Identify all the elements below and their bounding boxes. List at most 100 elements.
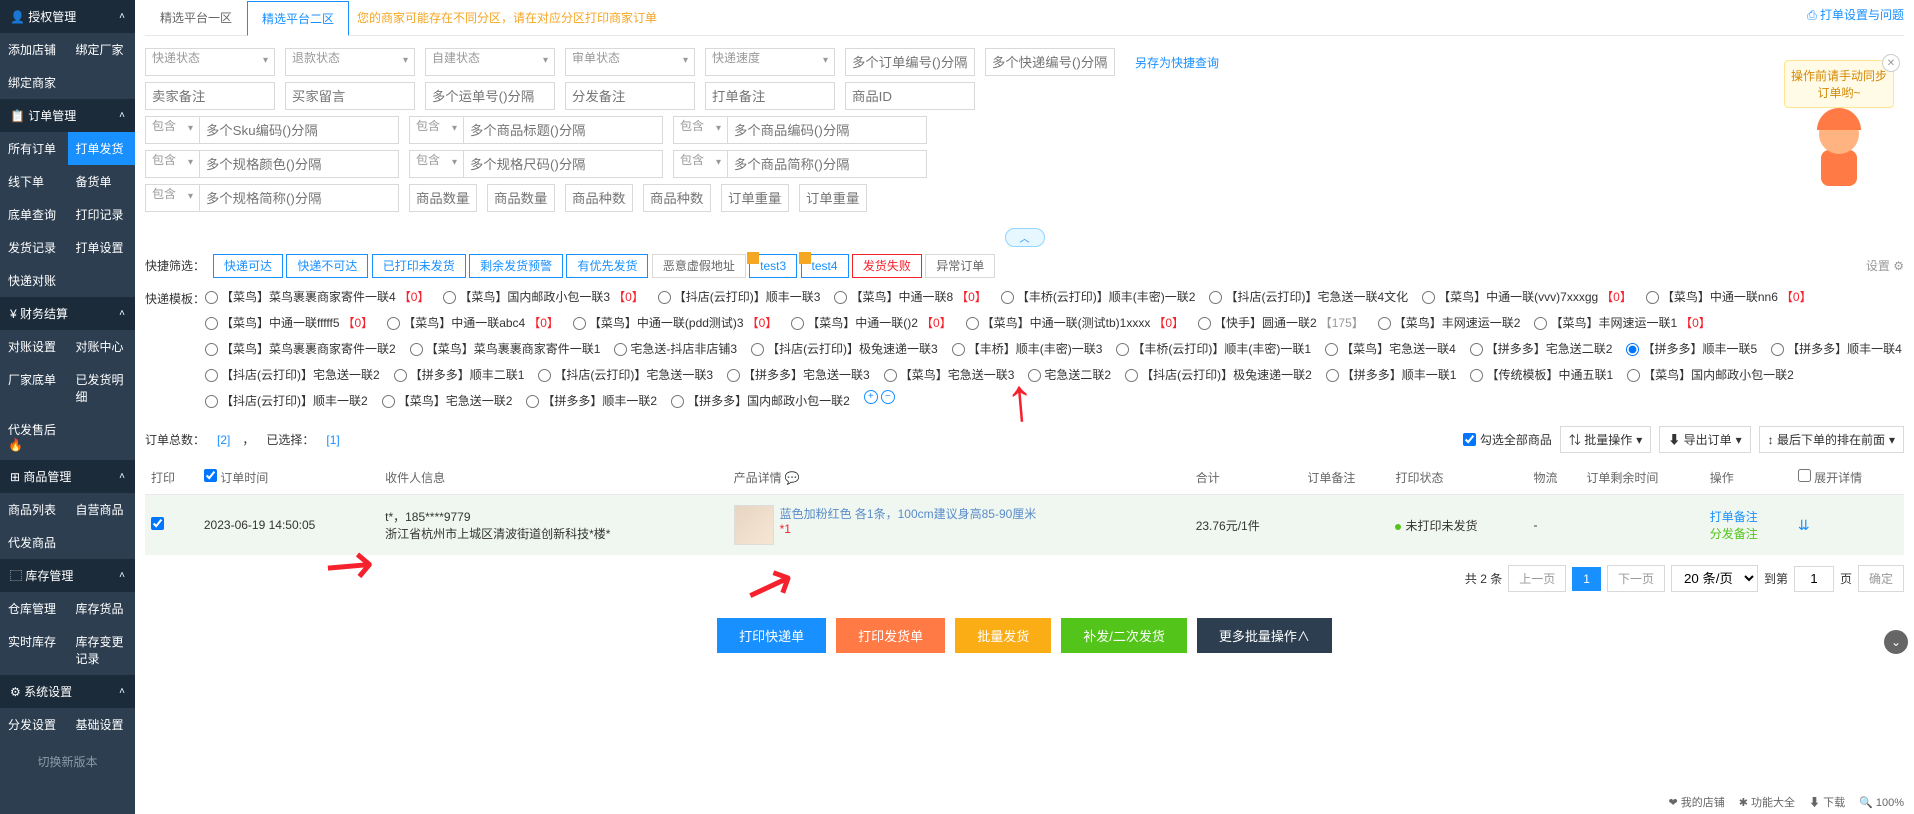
- filter-input[interactable]: [145, 82, 275, 110]
- tpl-radio[interactable]: 【菜鸟】中通一联()2【0】: [791, 312, 951, 334]
- tpl-radio[interactable]: 【拼多多】顺丰一联1: [1326, 364, 1457, 386]
- tpl-radio[interactable]: 【菜鸟】宅急送一联4: [1325, 338, 1456, 360]
- tpl-radio[interactable]: 【抖店(云打印)】极兔速递一联2: [1125, 364, 1312, 386]
- more-batch-btn[interactable]: 更多批量操作∧: [1197, 618, 1332, 653]
- filter-select[interactable]: 快递状态: [145, 48, 275, 76]
- filter-input[interactable]: [705, 82, 835, 110]
- tpl-radio[interactable]: 【丰桥(云打印)】顺丰(丰密)一联2: [1001, 286, 1196, 308]
- tpl-radio[interactable]: 【菜鸟】中通一联nn6【0】: [1646, 286, 1812, 308]
- op-print-note[interactable]: 打单备注: [1710, 508, 1786, 525]
- tpl-radio[interactable]: 【快手】圆通一联2【175】: [1198, 312, 1364, 334]
- filter-input[interactable]: [565, 184, 633, 212]
- check-all-products[interactable]: 勾选全部商品: [1463, 431, 1552, 448]
- contain-select[interactable]: 包含: [409, 116, 463, 144]
- tpl-remove[interactable]: −: [881, 390, 895, 404]
- quick-filter-btn[interactable]: 发货失败: [852, 254, 922, 278]
- filter-input[interactable]: [721, 184, 789, 212]
- filter-input[interactable]: [845, 48, 975, 76]
- sidebar-item[interactable]: 库存变更记录: [68, 625, 136, 675]
- sidebar-group[interactable]: ⬚ 库存管理˄: [0, 559, 135, 592]
- sidebar-item[interactable]: 底单查询: [0, 198, 68, 231]
- sidebar-item[interactable]: 仓库管理: [0, 592, 68, 625]
- tpl-radio[interactable]: 【抖店(云打印)】顺丰一联3: [658, 286, 821, 308]
- sidebar-item[interactable]: 基础设置: [68, 708, 136, 741]
- tpl-radio[interactable]: 【抖店(云打印)】宅急送一联3: [538, 364, 713, 386]
- quick-filter-btn[interactable]: 异常订单: [925, 254, 995, 278]
- collapse-toggle[interactable]: ︿: [1005, 228, 1045, 247]
- filter-select[interactable]: 退款状态: [285, 48, 415, 76]
- quick-filter-btn[interactable]: 快递不可达: [286, 254, 368, 278]
- sidebar-item[interactable]: 绑定商家: [0, 66, 68, 99]
- export-dropdown[interactable]: ⬇ 导出订单 ▾: [1659, 426, 1750, 453]
- tpl-radio[interactable]: 【菜鸟】菜鸟裹裹商家寄件一联1: [410, 338, 601, 360]
- filter-input[interactable]: [799, 184, 867, 212]
- filter-input[interactable]: [199, 184, 399, 212]
- filter-input[interactable]: [409, 184, 477, 212]
- tpl-radio[interactable]: 【菜鸟】菜鸟裹裹商家寄件一联2: [205, 338, 396, 360]
- status-shop[interactable]: ❤ 我的店铺: [1668, 794, 1724, 810]
- filter-select[interactable]: 自建状态: [425, 48, 555, 76]
- filter-input[interactable]: [199, 116, 399, 144]
- sidebar-item[interactable]: 快递对账: [0, 264, 68, 297]
- tpl-radio[interactable]: 【菜鸟】菜鸟裹裹商家寄件一联4【0】: [205, 286, 429, 308]
- tpl-radio[interactable]: 【菜鸟】丰网速运一联1【0】: [1534, 312, 1710, 334]
- filter-input[interactable]: [199, 150, 399, 178]
- filter-input[interactable]: [487, 184, 555, 212]
- tpl-radio[interactable]: 【拼多多】顺丰二联1: [394, 364, 525, 386]
- tpl-radio[interactable]: 宅急送二联2: [1028, 364, 1111, 386]
- sidebar-item[interactable]: 库存货品: [68, 592, 136, 625]
- th-expand[interactable]: 展开详情: [1792, 461, 1904, 495]
- sidebar-item[interactable]: 已发货明细: [68, 363, 136, 413]
- sidebar-group[interactable]: ⊞ 商品管理˄: [0, 460, 135, 493]
- tpl-radio[interactable]: 【菜鸟】国内邮政小包一联3【0】: [443, 286, 643, 308]
- tab-platform-2[interactable]: 精选平台二区: [247, 1, 349, 36]
- sidebar-item[interactable]: 所有订单: [0, 132, 68, 165]
- quick-filter-btn[interactable]: 剩余发货预警: [469, 254, 563, 278]
- tpl-radio[interactable]: 【抖店(云打印)】宅急送一联4文化: [1209, 286, 1408, 308]
- op-dispatch-note[interactable]: 分发备注: [1710, 525, 1786, 542]
- tpl-add[interactable]: +: [864, 390, 878, 404]
- status-download[interactable]: ⬇ 下载: [1809, 794, 1845, 810]
- tpl-radio[interactable]: 【拼多多】宅急送一联3: [727, 364, 870, 386]
- expand-icon[interactable]: ⇊: [1798, 517, 1810, 533]
- quick-filter-btn[interactable]: test4: [801, 254, 849, 278]
- tpl-radio[interactable]: 【拼多多】宅急送二联2: [1470, 338, 1613, 360]
- contain-select[interactable]: 包含: [145, 116, 199, 144]
- tpl-radio[interactable]: 【拼多多】国内邮政小包一联2: [671, 390, 850, 412]
- sidebar-item[interactable]: 代发商品: [0, 526, 68, 559]
- quick-filter-btn[interactable]: 已打印未发货: [372, 254, 466, 278]
- tpl-radio[interactable]: 【菜鸟】中通一联abc4【0】: [387, 312, 559, 334]
- filter-input[interactable]: [425, 82, 555, 110]
- scroll-down-btn[interactable]: ⌄: [1884, 630, 1908, 654]
- tip-close[interactable]: ✕: [1882, 54, 1900, 72]
- sidebar-item[interactable]: 自营商品: [68, 493, 136, 526]
- status-zoom[interactable]: 🔍 100%: [1859, 796, 1904, 809]
- sidebar-item[interactable]: 打印记录: [68, 198, 136, 231]
- sidebar-item[interactable]: 对账设置: [0, 330, 68, 363]
- sidebar-item[interactable]: 实时库存: [0, 625, 68, 675]
- tpl-radio[interactable]: 【丰桥(云打印)】顺丰(丰密)一联1: [1116, 338, 1311, 360]
- resend-btn[interactable]: 补发/二次发货: [1061, 618, 1187, 653]
- quick-filter-btn[interactable]: test3: [749, 254, 797, 278]
- page-size[interactable]: 20 条/页: [1671, 565, 1758, 592]
- tpl-radio[interactable]: 【拼多多】顺丰一联4: [1771, 338, 1902, 360]
- filter-input[interactable]: [463, 150, 663, 178]
- filter-select[interactable]: 快递速度: [705, 48, 835, 76]
- contain-select[interactable]: 包含: [145, 150, 199, 178]
- tpl-radio[interactable]: 【菜鸟】丰网速运一联2: [1378, 312, 1521, 334]
- sidebar-item[interactable]: 代发售后 🔥: [0, 413, 68, 460]
- page-go[interactable]: 确定: [1858, 565, 1904, 592]
- tpl-radio[interactable]: 【传统模板】中通五联1: [1470, 364, 1613, 386]
- row-checkbox[interactable]: [151, 517, 164, 530]
- filter-input[interactable]: [285, 82, 415, 110]
- contain-select[interactable]: 包含: [409, 150, 463, 178]
- quick-filter-btn[interactable]: 恶意虚假地址: [652, 254, 746, 278]
- switch-version[interactable]: 切换新版本: [0, 741, 135, 782]
- sidebar-group[interactable]: ¥ 财务结算˄: [0, 297, 135, 330]
- sidebar-item[interactable]: 商品列表: [0, 493, 68, 526]
- tpl-radio[interactable]: 【抖店(云打印)】极兔速递一联3: [751, 338, 938, 360]
- filter-input[interactable]: [985, 48, 1115, 76]
- sidebar-item[interactable]: 绑定厂家: [68, 33, 136, 66]
- tpl-radio[interactable]: 【抖店(云打印)】顺丰一联2: [205, 390, 368, 412]
- tpl-radio[interactable]: 【菜鸟】国内邮政小包一联2: [1627, 364, 1794, 386]
